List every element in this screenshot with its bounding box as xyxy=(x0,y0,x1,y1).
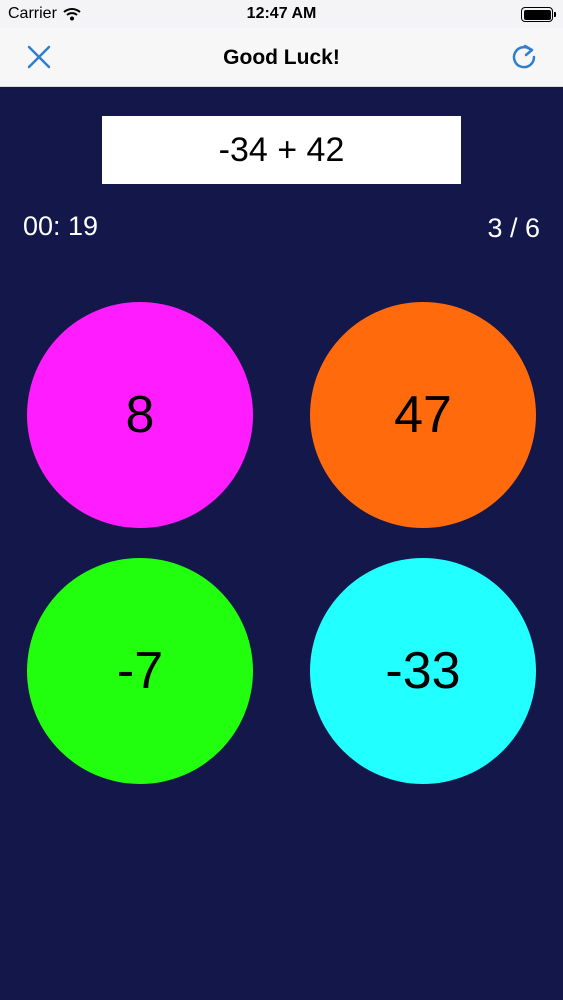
answer-button-3[interactable]: -7 xyxy=(27,558,253,784)
answer-button-1[interactable]: 8 xyxy=(27,302,253,528)
refresh-button[interactable] xyxy=(509,42,539,72)
answer-button-2[interactable]: 47 xyxy=(310,302,536,528)
page-title: Good Luck! xyxy=(223,46,340,69)
battery-icon xyxy=(521,7,556,22)
answer-label: -33 xyxy=(385,642,461,700)
nav-bar: Good Luck! xyxy=(0,28,563,87)
question-progress: 3 / 6 xyxy=(487,213,540,243)
question-box: -34 + 42 xyxy=(102,116,461,184)
question-text: -34 + 42 xyxy=(218,130,345,169)
timer: 00: 19 xyxy=(23,211,99,241)
status-bar: Carrier 12:47 AM xyxy=(0,0,563,28)
answer-label: -7 xyxy=(116,642,164,700)
answer-label: 47 xyxy=(394,386,452,444)
refresh-icon xyxy=(512,44,536,69)
answer-button-4[interactable]: -33 xyxy=(310,558,536,784)
status-time: 12:47 AM xyxy=(246,5,317,22)
answer-label: 8 xyxy=(125,386,155,444)
